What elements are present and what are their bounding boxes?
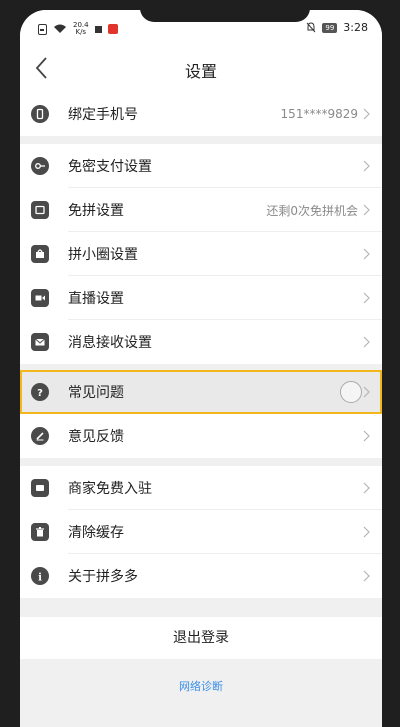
row-label: 关于拼多多 (68, 569, 138, 585)
wifi-icon (54, 24, 66, 33)
row-label: 意见反馈 (68, 429, 124, 445)
chevron-right-icon (363, 248, 370, 260)
mail-icon (31, 333, 49, 351)
logout-button[interactable]: 退出登录 (20, 617, 382, 659)
row-message-settings[interactable]: 消息接收设置 (20, 320, 382, 364)
row-group-free-settings[interactable]: 免拼设置 还剩0次免拼机会 (20, 188, 382, 232)
settings-group-help: ? 常见问题 意见反馈 (20, 370, 382, 458)
ticket-icon (31, 201, 49, 219)
chevron-right-icon (363, 108, 370, 120)
row-label: 清除缓存 (68, 525, 124, 541)
edit-icon (31, 427, 49, 445)
chevron-right-icon (363, 526, 370, 538)
chevron-right-icon (363, 482, 370, 494)
row-feedback[interactable]: 意见反馈 (20, 414, 382, 458)
row-label: 免拼设置 (68, 203, 124, 219)
video-icon (31, 289, 49, 307)
row-value: 还剩0次免拼机会 (266, 203, 358, 218)
row-bind-phone[interactable]: 绑定手机号 151****9829 (20, 92, 382, 136)
notification-icon (94, 25, 102, 33)
settings-group-features: 免密支付设置 免拼设置 还剩0次免拼机会 拼小圈设置 直播设置 消息接收设置 (20, 144, 382, 364)
chevron-right-icon (363, 204, 370, 216)
row-label: 消息接收设置 (68, 335, 152, 351)
row-live-settings[interactable]: 直播设置 (20, 276, 382, 320)
mute-bell-icon (307, 22, 316, 33)
store-icon (31, 479, 49, 497)
page-title: 设置 (184, 62, 217, 81)
row-label: 直播设置 (68, 291, 124, 307)
row-circle-settings[interactable]: 拼小圈设置 (20, 232, 382, 276)
row-merchant-join[interactable]: 商家免费入驻 (20, 466, 382, 510)
chevron-right-icon (363, 160, 370, 172)
chevron-right-icon (363, 292, 370, 304)
camera-notch (140, 10, 310, 22)
settings-group-account: 绑定手机号 151****9829 (20, 92, 382, 136)
phone-icon (31, 105, 49, 123)
status-bar: 20.4 K/s 99 3:28 (20, 10, 382, 44)
row-label: 常见问题 (68, 385, 124, 401)
row-label: 免密支付设置 (68, 159, 152, 175)
sim-icon (38, 23, 47, 35)
network-speed: 20.4 K/s (73, 21, 89, 36)
svg-text:i: i (38, 573, 42, 583)
phone-frame: 20.4 K/s 99 3:28 设置 绑定手机号 151****9829 免密… (0, 0, 400, 727)
row-label: 拼小圈设置 (68, 247, 138, 263)
chevron-right-icon (363, 386, 370, 398)
row-clear-cache[interactable]: 清除缓存 (20, 510, 382, 554)
settings-group-about: 商家免费入驻 清除缓存 i 关于拼多多 (20, 466, 382, 598)
touch-indicator (340, 381, 362, 403)
row-label: 商家免费入驻 (68, 481, 152, 497)
row-password-free-pay[interactable]: 免密支付设置 (20, 144, 382, 188)
key-icon (31, 157, 49, 175)
battery-icon: 99 (322, 22, 338, 33)
bag-icon (31, 245, 49, 263)
clock: 3:28 (343, 21, 368, 34)
chevron-right-icon (363, 570, 370, 582)
question-icon: ? (31, 383, 49, 401)
row-about[interactable]: i 关于拼多多 (20, 554, 382, 598)
nav-bar: 设置 (20, 44, 382, 92)
chevron-right-icon (363, 430, 370, 442)
chevron-right-icon (363, 336, 370, 348)
app-notification-icon (107, 24, 118, 34)
screen: 20.4 K/s 99 3:28 设置 绑定手机号 151****9829 免密… (20, 10, 382, 727)
network-diagnose-link[interactable]: 网络诊断 (20, 678, 382, 694)
trash-icon (31, 523, 49, 541)
row-value: 151****9829 (280, 107, 358, 121)
row-label: 绑定手机号 (68, 107, 138, 123)
svg-text:?: ? (37, 388, 43, 398)
row-faq[interactable]: ? 常见问题 (20, 370, 382, 414)
info-icon: i (31, 567, 49, 585)
